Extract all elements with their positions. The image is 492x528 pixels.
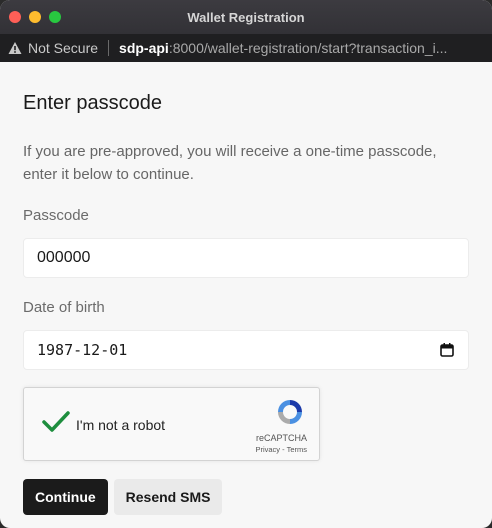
zoom-window-button[interactable] [49,11,61,23]
continue-button[interactable]: Continue [23,479,108,515]
url-host: sdp-api [119,40,169,56]
description-text: If you are pre-approved, you will receiv… [23,143,437,183]
passcode-input[interactable]: 000000 [23,238,469,278]
recaptcha-links[interactable]: Privacy - Terms [255,445,307,454]
page-title: Enter passcode [23,92,162,114]
date-of-birth-input[interactable]: 1987-12-01 [23,330,469,370]
page-content: Enter passcode If you are pre-approved, … [0,92,492,515]
resend-sms-button[interactable]: Resend SMS [113,479,223,515]
date-of-birth-value: 1987-12-01 [37,341,128,359]
passcode-value: 000000 [37,249,91,266]
recaptcha-brand: reCAPTCHA [255,433,307,443]
title-bar: Wallet Registration [0,0,492,34]
recaptcha-logo-icon [278,400,302,424]
recaptcha-widget: I'm not a robot reCAPTCHA Privacy - Term… [23,387,320,461]
security-label[interactable]: Not Secure [28,40,98,56]
recaptcha-label[interactable]: I'm not a robot [76,417,165,433]
date-of-birth-label: Date of birth [23,299,105,316]
checkmark-icon[interactable] [41,410,71,434]
close-window-button[interactable] [9,11,21,23]
url-path: :8000/wallet-registration/start?transact… [168,40,448,56]
warning-icon [8,42,22,54]
browser-window: Wallet Registration Not Secure sdp-api :… [0,0,492,528]
address-bar[interactable]: Not Secure sdp-api :8000/wallet-registra… [0,34,492,62]
address-divider [108,40,110,56]
passcode-label: Passcode [23,207,89,224]
form-actions: Continue Resend SMS [23,479,469,515]
window-title: Wallet Registration [187,10,305,25]
calendar-icon[interactable] [439,342,455,358]
minimize-window-button[interactable] [29,11,41,23]
traffic-lights [9,11,61,23]
